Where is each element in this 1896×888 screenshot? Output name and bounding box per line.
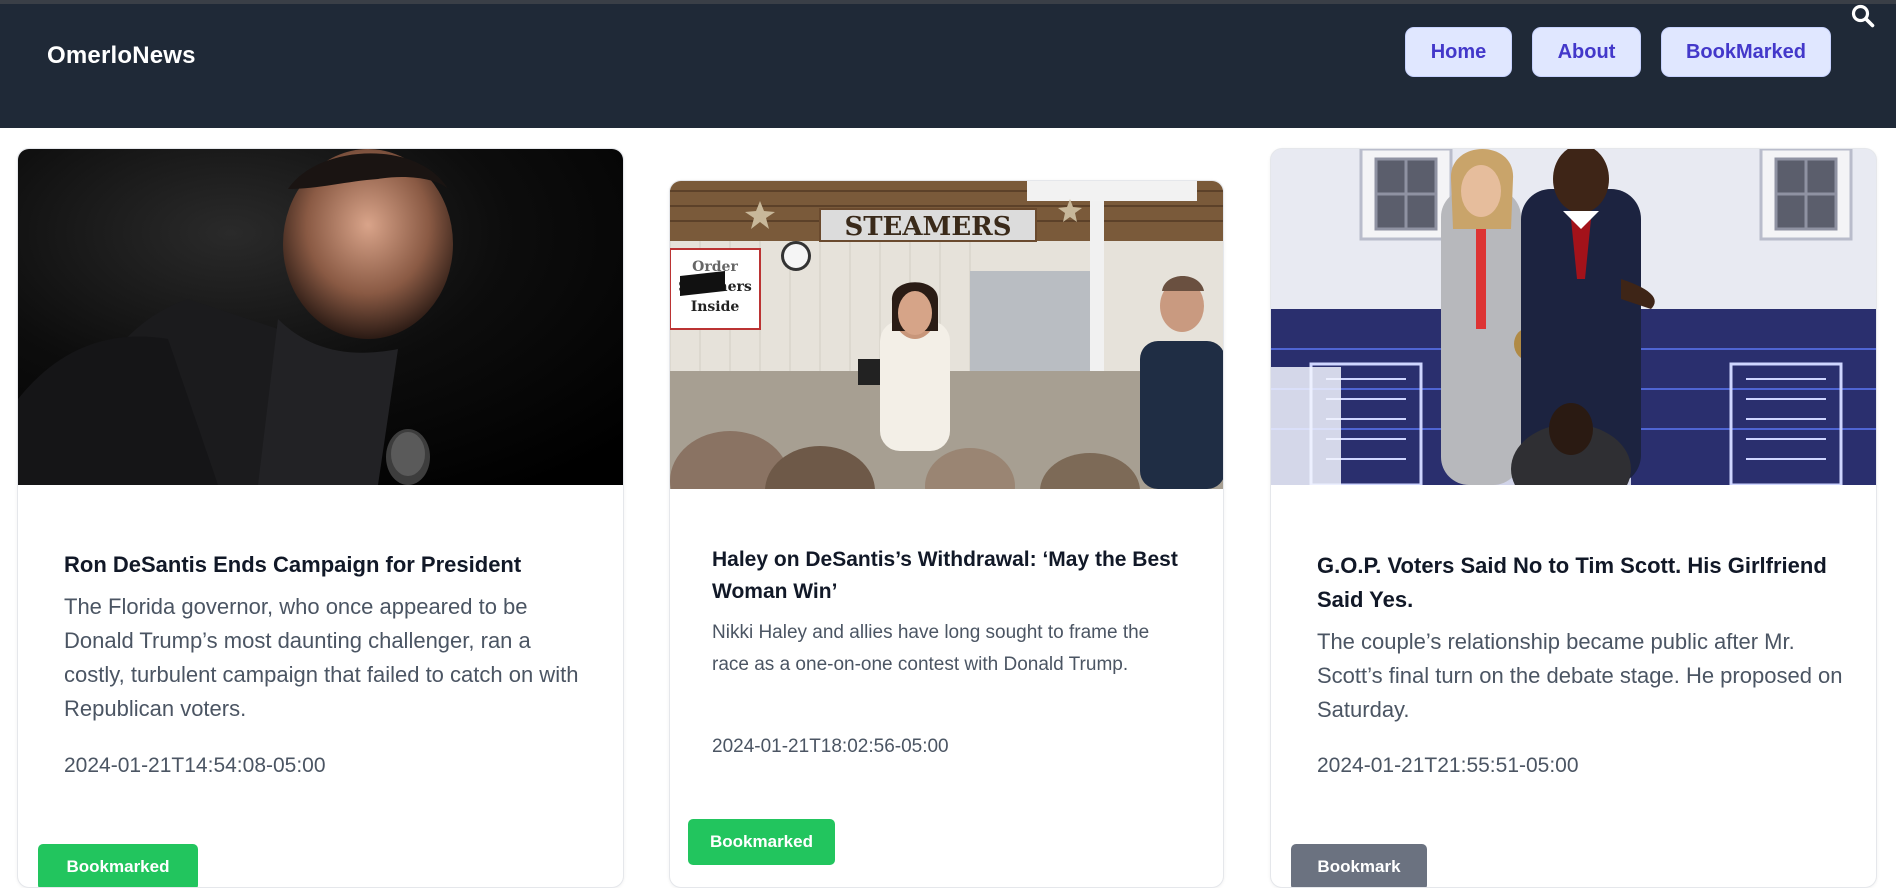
article-title[interactable]: Haley on DeSantis’s Withdrawal: ‘May the… <box>712 544 1182 607</box>
article-description: The couple’s relationship became public … <box>1317 629 1843 723</box>
article-image: STEAMERS Order Steamers Inside <box>670 181 1223 489</box>
bookmark-button[interactable]: Bookmarked <box>38 844 198 887</box>
article-title[interactable]: Ron DeSantis Ends Campaign for President <box>64 549 584 581</box>
article-title[interactable]: G.O.P. Voters Said No to Tim Scott. His … <box>1317 549 1847 617</box>
article-image <box>1271 149 1876 485</box>
article-date: 2024-01-21T21:55:51-05:00 <box>1317 754 1579 777</box>
bookmark-button[interactable]: Bookmarked <box>688 819 835 865</box>
article-image <box>18 149 623 485</box>
article-date: 2024-01-21T14:54:08-05:00 <box>64 754 326 777</box>
article-date: 2024-01-21T18:02:56-05:00 <box>712 736 949 757</box>
image-small-sign-3: Inside <box>691 299 740 315</box>
nav-bookmarked-button[interactable]: BookMarked <box>1661 27 1831 77</box>
article-card: G.O.P. Voters Said No to Tim Scott. His … <box>1270 148 1877 888</box>
navbar: OmerloNews Home About BookMarked <box>0 4 1896 128</box>
article-card: STEAMERS Order Steamers Inside <box>669 180 1224 888</box>
brand-logo[interactable]: OmerloNews <box>47 42 196 70</box>
image-sign-text: STEAMERS <box>844 212 1011 242</box>
article-description: The Florida governor, who once appeared … <box>64 594 579 722</box>
article-card: Ron DeSantis Ends Campaign for President… <box>17 148 624 888</box>
nav-about-button[interactable]: About <box>1532 27 1641 77</box>
search-icon[interactable] <box>1850 3 1876 29</box>
article-description: Nikki Haley and allies have long sought … <box>712 622 1150 676</box>
bookmark-button[interactable]: Bookmark <box>1291 844 1427 887</box>
nav-home-button[interactable]: Home <box>1405 27 1512 77</box>
